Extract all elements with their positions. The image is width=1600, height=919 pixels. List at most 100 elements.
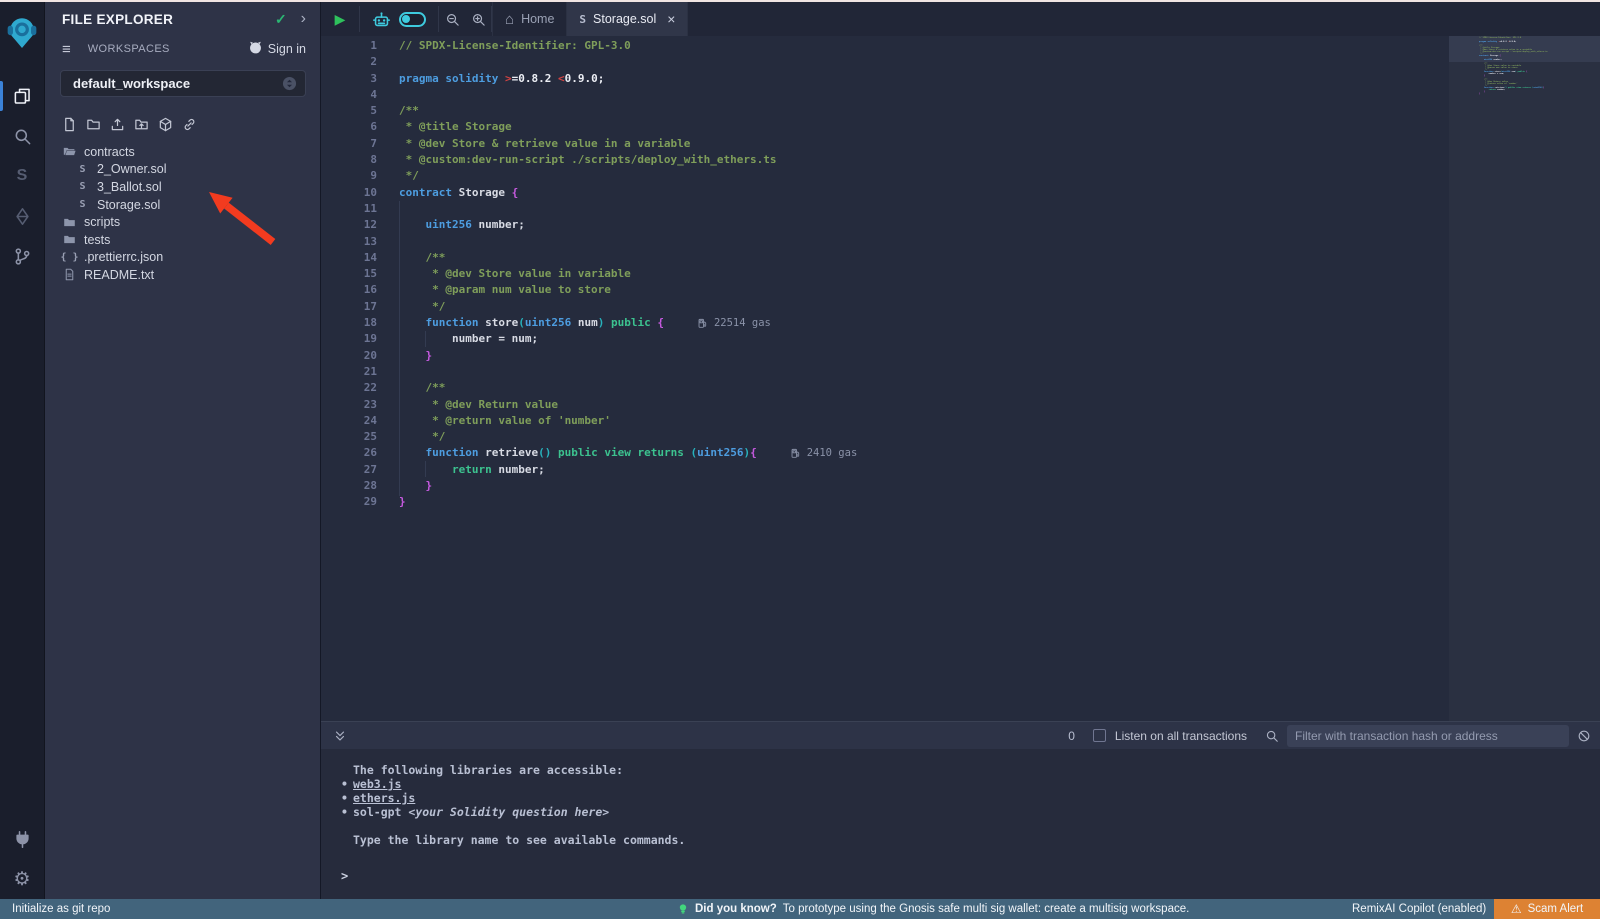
remix-logo[interactable] [0,6,45,58]
zoom-in-button[interactable] [465,2,491,36]
activity-bar: S ⚙ [0,2,45,899]
search-icon[interactable] [0,116,45,156]
tip-title: Did you know? [695,903,777,915]
transaction-filter-input[interactable] [1287,725,1569,747]
chevron-right-icon[interactable]: › [301,10,306,28]
clear-console-icon[interactable] [1577,729,1591,743]
file-explorer-header: FILE EXPLORER ✓ › [45,2,320,36]
file-icon [62,268,77,281]
tree-item-label: Storage.sol [97,198,160,212]
code-line: contract Storage { [399,185,857,201]
tree-item-tests[interactable]: tests [45,231,320,249]
code-line: * @dev Return value [399,397,857,413]
line-number: 21 [321,364,377,380]
git-icon[interactable] [0,236,45,276]
solidity-compiler-icon[interactable]: S [0,156,45,196]
code-line: /** [399,380,857,396]
file-explorer-panel: FILE EXPLORER ✓ › ≡ WORKSPACES Sign in d… [45,2,320,899]
copilot-status[interactable]: RemixAI Copilot (enabled) [1352,903,1486,915]
tree-item-3-ballot-sol[interactable]: S 3_Ballot.sol [45,178,320,196]
solidity-file-icon: S [75,181,90,192]
listen-transactions-checkbox[interactable] [1093,729,1106,742]
terminal-prompt[interactable]: > [341,869,1600,883]
tree-item-storage-sol[interactable]: SStorage.sol [45,196,320,214]
code-line [399,201,857,217]
code-line: */ [399,299,857,315]
file-tree: contractsS2_Owner.solS3_Ballot.solSStora… [45,143,320,284]
code-line: * @custom:dev-run-script ./scripts/deplo… [399,152,857,168]
settings-icon[interactable]: ⚙ [0,859,45,899]
listen-transactions-label: Listen on all transactions [1115,729,1247,743]
sign-in-label: Sign in [268,42,306,56]
line-number: 28 [321,478,377,494]
terminal-link[interactable]: ethers.js [353,791,415,805]
scam-alert-label: Scam Alert [1528,903,1584,915]
run-script-play-button[interactable]: ▶ [321,2,359,36]
status-bar: Initialize as git repo Did you know? To … [0,899,1600,919]
solidity-file-icon: S [75,164,90,175]
minimap[interactable]: // SPDX-License-Identifier: GPL-3.0pragm… [1449,36,1600,721]
folder-icon [62,233,77,246]
line-number: 4 [321,87,377,103]
github-sign-in-button[interactable]: Sign in [248,40,306,58]
upload-folder-icon[interactable] [134,117,149,132]
new-file-icon[interactable] [62,117,77,132]
terminal-link[interactable]: web3.js [353,777,401,791]
code-editor[interactable]: 1234567891011121314151617181920212223242… [321,36,1600,721]
line-number: 29 [321,494,377,510]
terminal-search-icon[interactable] [1265,729,1279,743]
ai-copilot-toggle[interactable] [399,12,426,27]
line-number: 5 [321,103,377,119]
scam-alert-button[interactable]: ⚠ Scam Alert [1494,899,1600,919]
line-number: 25 [321,429,377,445]
line-number: 10 [321,185,377,201]
transaction-count: 0 [1068,729,1075,743]
hamburger-menu-icon[interactable]: ≡ [62,41,71,58]
file-explorer-icon[interactable] [0,76,45,116]
new-folder-icon[interactable] [86,117,101,132]
tree-item-label: README.txt [84,268,154,282]
line-number: 14 [321,250,377,266]
tab-home[interactable]: ⌂Home [492,2,567,36]
activity-icons-top: S [0,76,45,276]
line-number: 17 [321,299,377,315]
code-line: */ [399,168,857,184]
code-line [399,364,857,380]
ipfs-cube-icon[interactable] [158,117,173,132]
close-tab-icon[interactable]: × [667,11,675,27]
editor-toolbar-and-tabs: ▶ ⌂HomeSStorage.sol× [321,2,1600,36]
line-number: 8 [321,152,377,168]
plugin-manager-icon[interactable] [0,819,45,859]
terminal-collapse-icon[interactable] [333,729,347,743]
line-number: 3 [321,71,377,87]
terminal-line: Type the library name to see available c… [341,833,1600,847]
link-icon[interactable] [182,117,197,132]
tree-item-label: 3_Ballot.sol [97,180,162,194]
tree-item-readme-txt[interactable]: README.txt [45,266,320,284]
code-content: // SPDX-License-Identifier: GPL-3.0pragm… [399,38,857,511]
deploy-run-icon[interactable] [0,196,45,236]
tree-item-2-owner-sol[interactable]: S2_Owner.sol [45,161,320,179]
panel-title: FILE EXPLORER [62,12,275,27]
tree-item-contracts[interactable]: contracts [45,143,320,161]
line-number: 6 [321,119,377,135]
workspace-select[interactable]: default_workspace [60,70,306,97]
line-number-gutter: 1234567891011121314151617181920212223242… [321,38,377,511]
tab-storage-sol[interactable]: SStorage.sol× [567,2,688,36]
tree-item-label: scripts [84,215,120,229]
ai-robot-icon[interactable] [372,10,391,29]
zoom-out-button[interactable] [439,2,465,36]
code-line: * @return value of 'number' [399,413,857,429]
terminal-line: •ethers.js [341,791,1600,805]
line-number: 24 [321,413,377,429]
tree-item-scripts[interactable]: scripts [45,213,320,231]
init-git-repo-button[interactable]: Initialize as git repo [12,903,110,915]
code-line: function retrieve() public view returns … [399,445,857,461]
code-line: number = num; [399,331,857,347]
check-icon[interactable]: ✓ [275,11,287,28]
code-line: } [399,494,857,510]
tree-item--prettierrc-json[interactable]: { }.prettierrc.json [45,249,320,267]
tip-text: To prototype using the Gnosis safe multi… [783,903,1190,915]
minimap-code: // SPDX-License-Identifier: GPL-3.0pragm… [1479,37,1548,95]
upload-file-icon[interactable] [110,117,125,132]
